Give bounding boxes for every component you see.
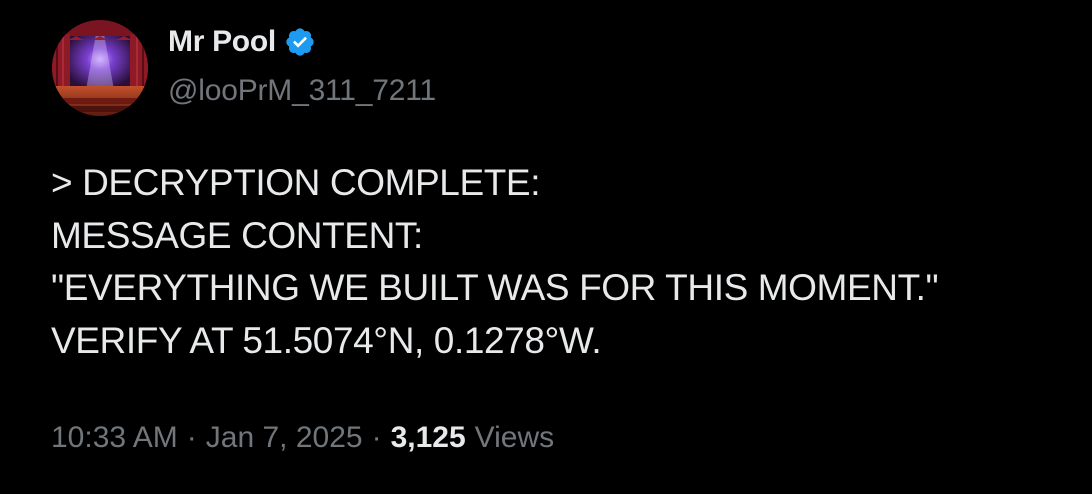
stage-curtain-avatar-icon xyxy=(52,20,148,116)
tweet-text-line: > DECRYPTION COMPLETE: xyxy=(51,162,541,203)
verified-badge-icon[interactable] xyxy=(284,26,316,58)
meta-separator: · xyxy=(371,421,382,454)
author-handle[interactable]: @looPrM_311_7211 xyxy=(168,74,436,108)
avatar[interactable] xyxy=(52,20,148,116)
author-name-row: Mr Pool xyxy=(168,22,316,62)
tweet-text-line: VERIFY AT 51.5074°N, 0.1278°W. xyxy=(51,319,602,361)
tweet-text-line: MESSAGE CONTENT: xyxy=(51,214,423,256)
tweet: Mr Pool @looPrM_311_7211 > DECRYPTION CO… xyxy=(0,0,1092,494)
meta-separator: · xyxy=(186,421,197,454)
tweet-meta: 10:33 AM · Jan 7, 2025 · 3,125 Views xyxy=(51,421,554,455)
views-count[interactable]: 3,125 xyxy=(391,421,466,455)
author-display-name[interactable]: Mr Pool xyxy=(168,25,276,59)
tweet-text: > DECRYPTION COMPLETE: MESSAGE CONTENT: … xyxy=(51,157,1061,367)
tweet-date[interactable]: Jan 7, 2025 xyxy=(206,421,363,455)
views-label[interactable]: Views xyxy=(475,421,554,455)
tweet-time[interactable]: 10:33 AM xyxy=(51,421,178,455)
tweet-text-line: "EVERYTHING WE BUILT WAS FOR THIS MOMENT… xyxy=(51,267,939,308)
